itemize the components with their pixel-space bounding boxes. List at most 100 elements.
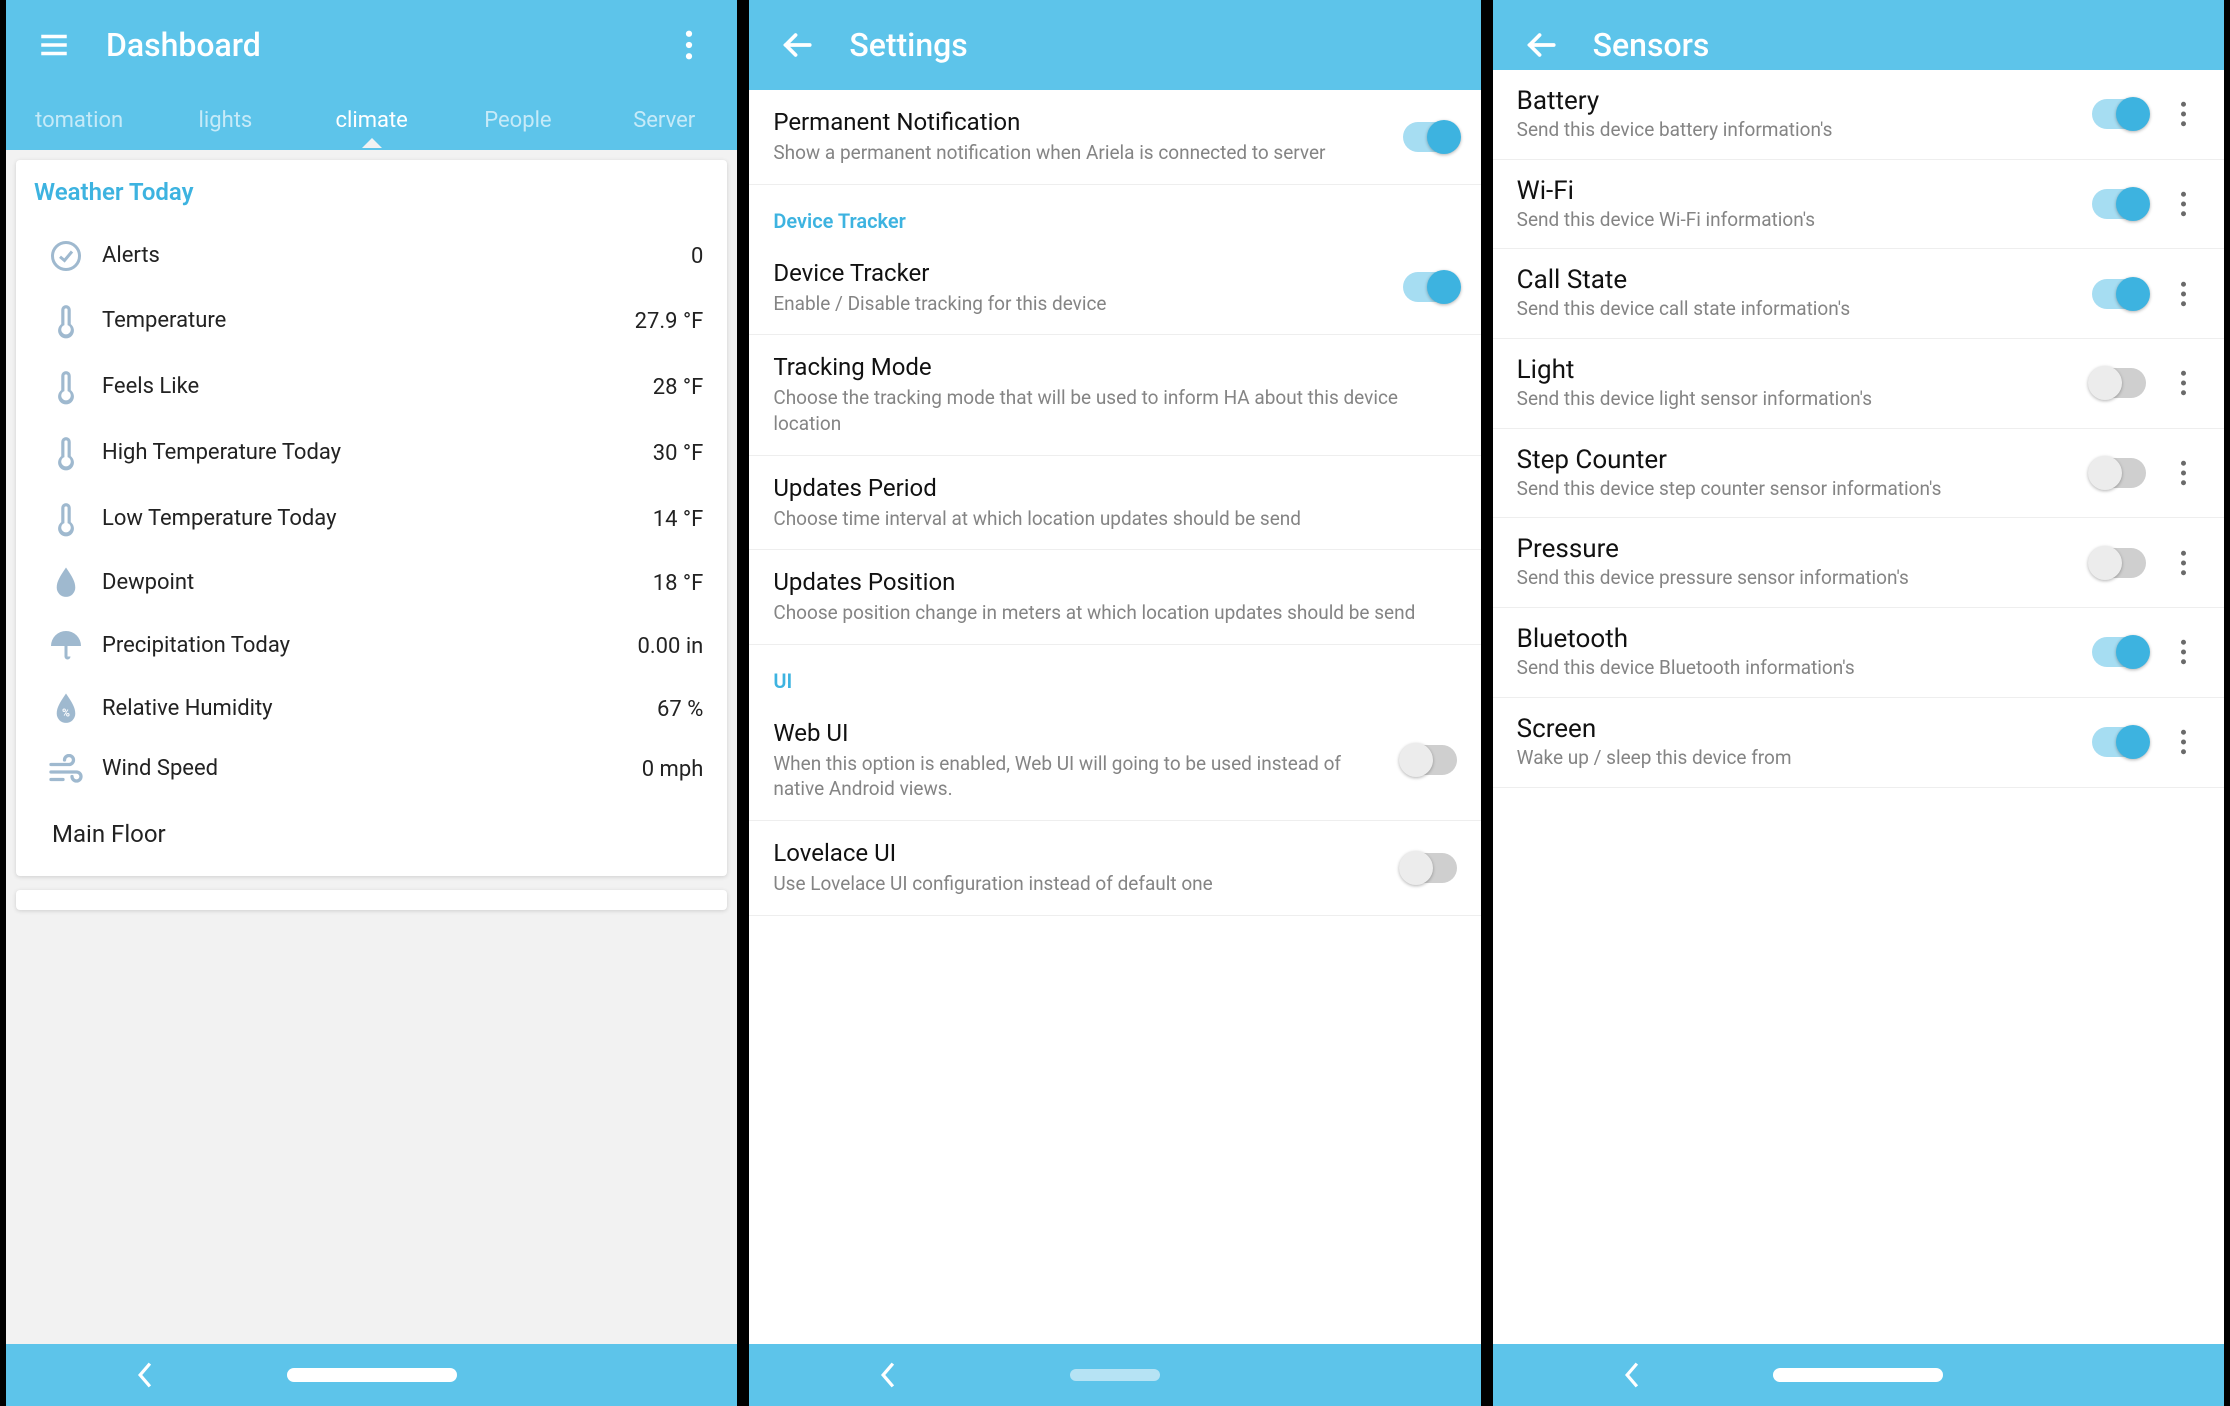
tab-lights[interactable]: lights [152,94,298,147]
setting-row[interactable]: Updates PositionChoose position change i… [749,550,1480,645]
setting-row[interactable]: Web UIWhen this option is enabled, Web U… [749,701,1480,821]
toggle-switch[interactable] [2092,279,2146,309]
toggle-switch[interactable] [2092,727,2146,757]
sensor-row[interactable]: Wi-FiSend this device Wi-Fi information'… [1493,160,2224,250]
sensor-row[interactable]: Call StateSend this device call state in… [1493,249,2224,339]
toggle-switch[interactable] [1403,122,1457,152]
tab-people[interactable]: People [445,94,591,147]
setting-desc: Use Lovelace UI configuration instead of… [773,871,1386,897]
toggle-switch[interactable] [2092,458,2146,488]
toggle-switch[interactable] [1403,745,1457,775]
weather-row: Precipitation Today 0.00 in [34,614,709,678]
weather-row: Alerts 0 [34,224,709,288]
more-icon[interactable] [2164,370,2204,396]
menu-icon[interactable] [30,21,78,69]
setting-title: Updates Period [773,474,1440,502]
sensor-title: Call State [1517,265,2080,295]
more-icon[interactable] [2164,729,2204,755]
sensors-list: BatterySend this device battery informat… [1493,70,2224,1344]
android-navbar [749,1344,1480,1406]
more-icon[interactable] [2164,639,2204,665]
next-card-peek [16,890,727,910]
toggle-switch[interactable] [2092,99,2146,129]
nav-home-pill[interactable] [1070,1369,1160,1381]
sensor-desc: Send this device Wi-Fi information's [1517,208,2080,233]
android-navbar [6,1344,737,1406]
sensor-desc: Send this device call state information'… [1517,297,2080,322]
setting-row[interactable]: Lovelace UIUse Lovelace UI configuration… [749,821,1480,916]
sensor-desc: Send this device battery information's [1517,118,2080,143]
page-title: Dashboard [106,26,261,64]
more-icon[interactable] [2164,550,2204,576]
back-icon[interactable] [1517,21,1565,69]
more-icon[interactable] [2164,191,2204,217]
thermometer-icon [40,368,92,406]
sensor-row[interactable]: BluetoothSend this device Bluetooth info… [1493,608,2224,698]
appbar: Dashboard [6,0,737,90]
back-icon[interactable] [773,21,821,69]
umbrella-icon [40,628,92,664]
nav-back-icon[interactable] [879,1362,897,1388]
row-label: Alerts [92,242,691,270]
setting-desc: Choose the tracking mode that will be us… [773,385,1440,436]
settings-list: Permanent NotificationShow a permanent n… [749,90,1480,1344]
sensor-row[interactable]: ScreenWake up / sleep this device from [1493,698,2224,788]
floor-label: Main Floor [34,798,709,854]
setting-desc: Show a permanent notification when Ariel… [773,140,1386,166]
setting-row[interactable]: Device TrackerEnable / Disable tracking … [749,241,1480,336]
sensor-desc: Send this device Bluetooth information's [1517,656,2080,681]
page-title: Settings [849,26,967,64]
more-icon[interactable] [2164,281,2204,307]
sensor-row[interactable]: Step CounterSend this device step counte… [1493,429,2224,519]
setting-title: Device Tracker [773,259,1386,287]
nav-back-icon[interactable] [136,1362,154,1388]
section-header: UI [749,645,1480,701]
toggle-switch[interactable] [2092,548,2146,578]
toggle-switch[interactable] [2092,189,2146,219]
row-label: Feels Like [92,373,653,401]
settings-panel: Settings Permanent NotificationShow a pe… [743,0,1486,1406]
toggle-switch[interactable] [2092,637,2146,667]
humidity-icon: % [40,692,92,726]
more-icon[interactable] [665,21,713,69]
more-icon[interactable] [2164,101,2204,127]
row-label: Low Temperature Today [92,505,653,533]
setting-title: Web UI [773,719,1386,747]
more-icon[interactable] [2164,460,2204,486]
tab-climate[interactable]: climate [299,94,445,147]
sensor-row[interactable]: PressureSend this device pressure sensor… [1493,518,2224,608]
setting-title: Tracking Mode [773,353,1440,381]
toggle-switch[interactable] [1403,853,1457,883]
weather-row: % Relative Humidity 67 % [34,678,709,740]
setting-row[interactable]: Permanent NotificationShow a permanent n… [749,90,1480,185]
tabs: tomation lights climate People Server [6,90,737,150]
weather-row: Low Temperature Today 14 °F [34,486,709,552]
setting-desc: Choose position change in meters at whic… [773,600,1440,626]
sensor-row[interactable]: LightSend this device light sensor infor… [1493,339,2224,429]
svg-text:%: % [62,707,70,720]
row-value: 30 °F [653,441,704,466]
sensor-title: Bluetooth [1517,624,2080,654]
sensor-title: Light [1517,355,2080,385]
nav-back-icon[interactable] [1623,1362,1641,1388]
section-header: Device Tracker [749,185,1480,241]
sensor-title: Wi-Fi [1517,176,2080,206]
toggle-switch[interactable] [1403,272,1457,302]
thermometer-icon [40,302,92,340]
setting-row[interactable]: Updates PeriodChoose time interval at wh… [749,456,1480,551]
row-value: 18 °F [653,571,704,596]
weather-row: Feels Like 28 °F [34,354,709,420]
tab-server[interactable]: Server [591,94,737,147]
row-label: High Temperature Today [92,439,653,467]
sensor-row[interactable]: BatterySend this device battery informat… [1493,70,2224,160]
weather-row: Wind Speed 0 mph [34,740,709,798]
sensor-desc: Send this device step counter sensor inf… [1517,477,2080,502]
tab-automation[interactable]: tomation [6,94,152,147]
row-value: 67 % [657,697,703,722]
nav-home-pill[interactable] [1773,1368,1943,1382]
setting-row[interactable]: Tracking Mode Choose the tracking mode th… [749,335,1480,455]
weather-card: Weather Today Alerts 0 Temperature 27.9 … [16,160,727,876]
sensor-title: Battery [1517,86,2080,116]
nav-home-pill[interactable] [287,1368,457,1382]
toggle-switch[interactable] [2092,368,2146,398]
